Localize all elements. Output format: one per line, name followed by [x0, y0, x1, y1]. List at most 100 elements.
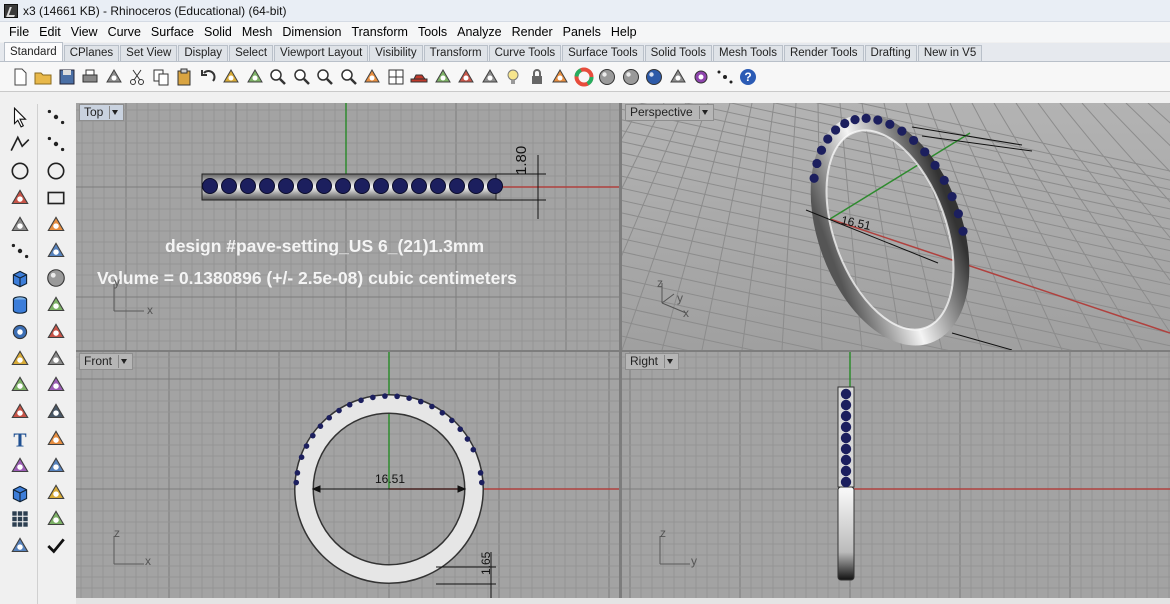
rectangle-icon[interactable] [43, 184, 69, 211]
menu-dimension[interactable]: Dimension [277, 22, 346, 42]
new-document-icon[interactable] [8, 65, 31, 89]
viewport-top-tab[interactable]: Top [79, 104, 125, 121]
named-cplane-icon[interactable] [431, 65, 454, 89]
move-view-icon[interactable] [243, 65, 266, 89]
tab-viewport-layout[interactable]: Viewport Layout [274, 45, 369, 61]
rounded-curve-icon[interactable] [43, 211, 69, 238]
copy-icon[interactable] [149, 65, 172, 89]
viewport-front[interactable]: Front 16.51 1.65 x z [76, 352, 619, 598]
rotate-icon[interactable] [43, 506, 69, 533]
polygon-icon[interactable] [7, 211, 33, 238]
menu-analyze[interactable]: Analyze [452, 22, 506, 42]
cube-solid-icon[interactable] [7, 479, 33, 506]
viewport-right-tab[interactable]: Right [625, 353, 680, 370]
surface-loft-icon[interactable] [43, 238, 69, 265]
select-filter-icon[interactable] [666, 65, 689, 89]
undo-icon[interactable] [196, 65, 219, 89]
menu-mesh[interactable]: Mesh [237, 22, 278, 42]
viewport-top-dropdown-icon[interactable] [109, 106, 119, 119]
split-icon[interactable] [43, 345, 69, 372]
save-icon[interactable] [55, 65, 78, 89]
viewport-right-dropdown-icon[interactable] [664, 355, 674, 368]
four-viewports-icon[interactable] [384, 65, 407, 89]
viewport-perspective-tab[interactable]: Perspective [625, 104, 714, 121]
tab-mesh-tools[interactable]: Mesh Tools [713, 45, 783, 61]
viewport-front-dropdown-icon[interactable] [118, 355, 128, 368]
object-properties-icon[interactable] [549, 65, 572, 89]
help-icon[interactable]: ? [737, 65, 760, 89]
menu-curve[interactable]: Curve [103, 22, 146, 42]
menu-transform[interactable]: Transform [346, 22, 413, 42]
layer-icon[interactable] [478, 65, 501, 89]
tab-transform[interactable]: Transform [423, 45, 488, 61]
tab-display[interactable]: Display [178, 45, 229, 61]
zoom-dynamic-icon[interactable] [267, 65, 290, 89]
tab-cplanes[interactable]: CPlanes [63, 45, 120, 61]
cut-icon[interactable] [126, 65, 149, 89]
dimension-icon[interactable] [43, 479, 69, 506]
viewport-perspective[interactable]: Perspective 16.51 x y z [622, 103, 1170, 350]
import-icon[interactable] [102, 65, 125, 89]
menu-edit[interactable]: Edit [34, 22, 66, 42]
print-icon[interactable] [79, 65, 102, 89]
menu-view[interactable]: View [66, 22, 103, 42]
rendered-sphere-icon[interactable] [619, 65, 642, 89]
zoom-extents-icon[interactable] [337, 65, 360, 89]
tab-render-tools[interactable]: Render Tools [783, 45, 864, 61]
pan-hand-icon[interactable] [220, 65, 243, 89]
paste-icon[interactable] [173, 65, 196, 89]
mirror-icon[interactable] [43, 452, 69, 479]
light-bulb-icon[interactable] [502, 65, 525, 89]
move-icon[interactable] [43, 426, 69, 453]
rhino-app-icon[interactable] [4, 3, 18, 18]
circle-icon[interactable] [7, 158, 33, 185]
curve-point-icon[interactable] [7, 238, 33, 265]
menu-file[interactable]: File [4, 22, 34, 42]
rotate-view-icon[interactable] [361, 65, 384, 89]
explode-icon[interactable] [43, 372, 69, 399]
tab-new-in-v5[interactable]: New in V5 [917, 45, 983, 61]
extrude-icon[interactable] [7, 345, 33, 372]
arc-icon[interactable] [7, 184, 33, 211]
shaded-sphere-icon[interactable] [596, 65, 619, 89]
tab-curve-tools[interactable]: Curve Tools [488, 45, 562, 61]
text-icon[interactable]: T [7, 426, 33, 453]
control-points-icon[interactable] [43, 131, 69, 158]
extrude-arrow-icon[interactable] [43, 318, 69, 345]
viewport-front-tab[interactable]: Front [79, 353, 134, 370]
viewport-top[interactable]: Top design #pave-setting_US 6_(21)1.3mm … [76, 103, 619, 350]
smash-icon[interactable] [7, 533, 33, 560]
fillet-curve-icon[interactable] [7, 399, 33, 426]
viewport-perspective-dropdown-icon[interactable] [698, 106, 709, 119]
tab-visibility[interactable]: Visibility [369, 45, 423, 61]
box-solid-icon[interactable] [7, 265, 33, 292]
group-icon[interactable] [7, 452, 33, 479]
menu-render[interactable]: Render [507, 22, 558, 42]
tab-select[interactable]: Select [229, 45, 274, 61]
solid-union-icon[interactable] [7, 372, 33, 399]
select-arrow-icon[interactable] [7, 104, 33, 131]
car-named-view-icon[interactable] [408, 65, 431, 89]
menu-panels[interactable]: Panels [558, 22, 606, 42]
planar-surface-icon[interactable] [43, 292, 69, 319]
menu-surface[interactable]: Surface [146, 22, 199, 42]
boolean-gear-icon[interactable] [7, 318, 33, 345]
menu-help[interactable]: Help [606, 22, 642, 42]
check-mark-icon[interactable] [43, 533, 69, 560]
tab-solid-tools[interactable]: Solid Tools [644, 45, 712, 61]
menu-tools[interactable]: Tools [413, 22, 452, 42]
menu-solid[interactable]: Solid [199, 22, 237, 42]
ellipse-icon[interactable] [43, 158, 69, 185]
zoom-window-icon[interactable] [290, 65, 313, 89]
cylinder-icon[interactable] [7, 292, 33, 319]
point-icon[interactable] [43, 104, 69, 131]
polyline-icon[interactable] [7, 131, 33, 158]
tab-drafting[interactable]: Drafting [864, 45, 917, 61]
render-sphere-icon[interactable] [643, 65, 666, 89]
tab-surface-tools[interactable]: Surface Tools [562, 45, 644, 61]
open-folder-icon[interactable] [32, 65, 55, 89]
lock-icon[interactable] [525, 65, 548, 89]
cplane-icon[interactable] [455, 65, 478, 89]
viewport-right[interactable]: Right y z [622, 352, 1170, 598]
sphere-icon[interactable] [43, 265, 69, 292]
